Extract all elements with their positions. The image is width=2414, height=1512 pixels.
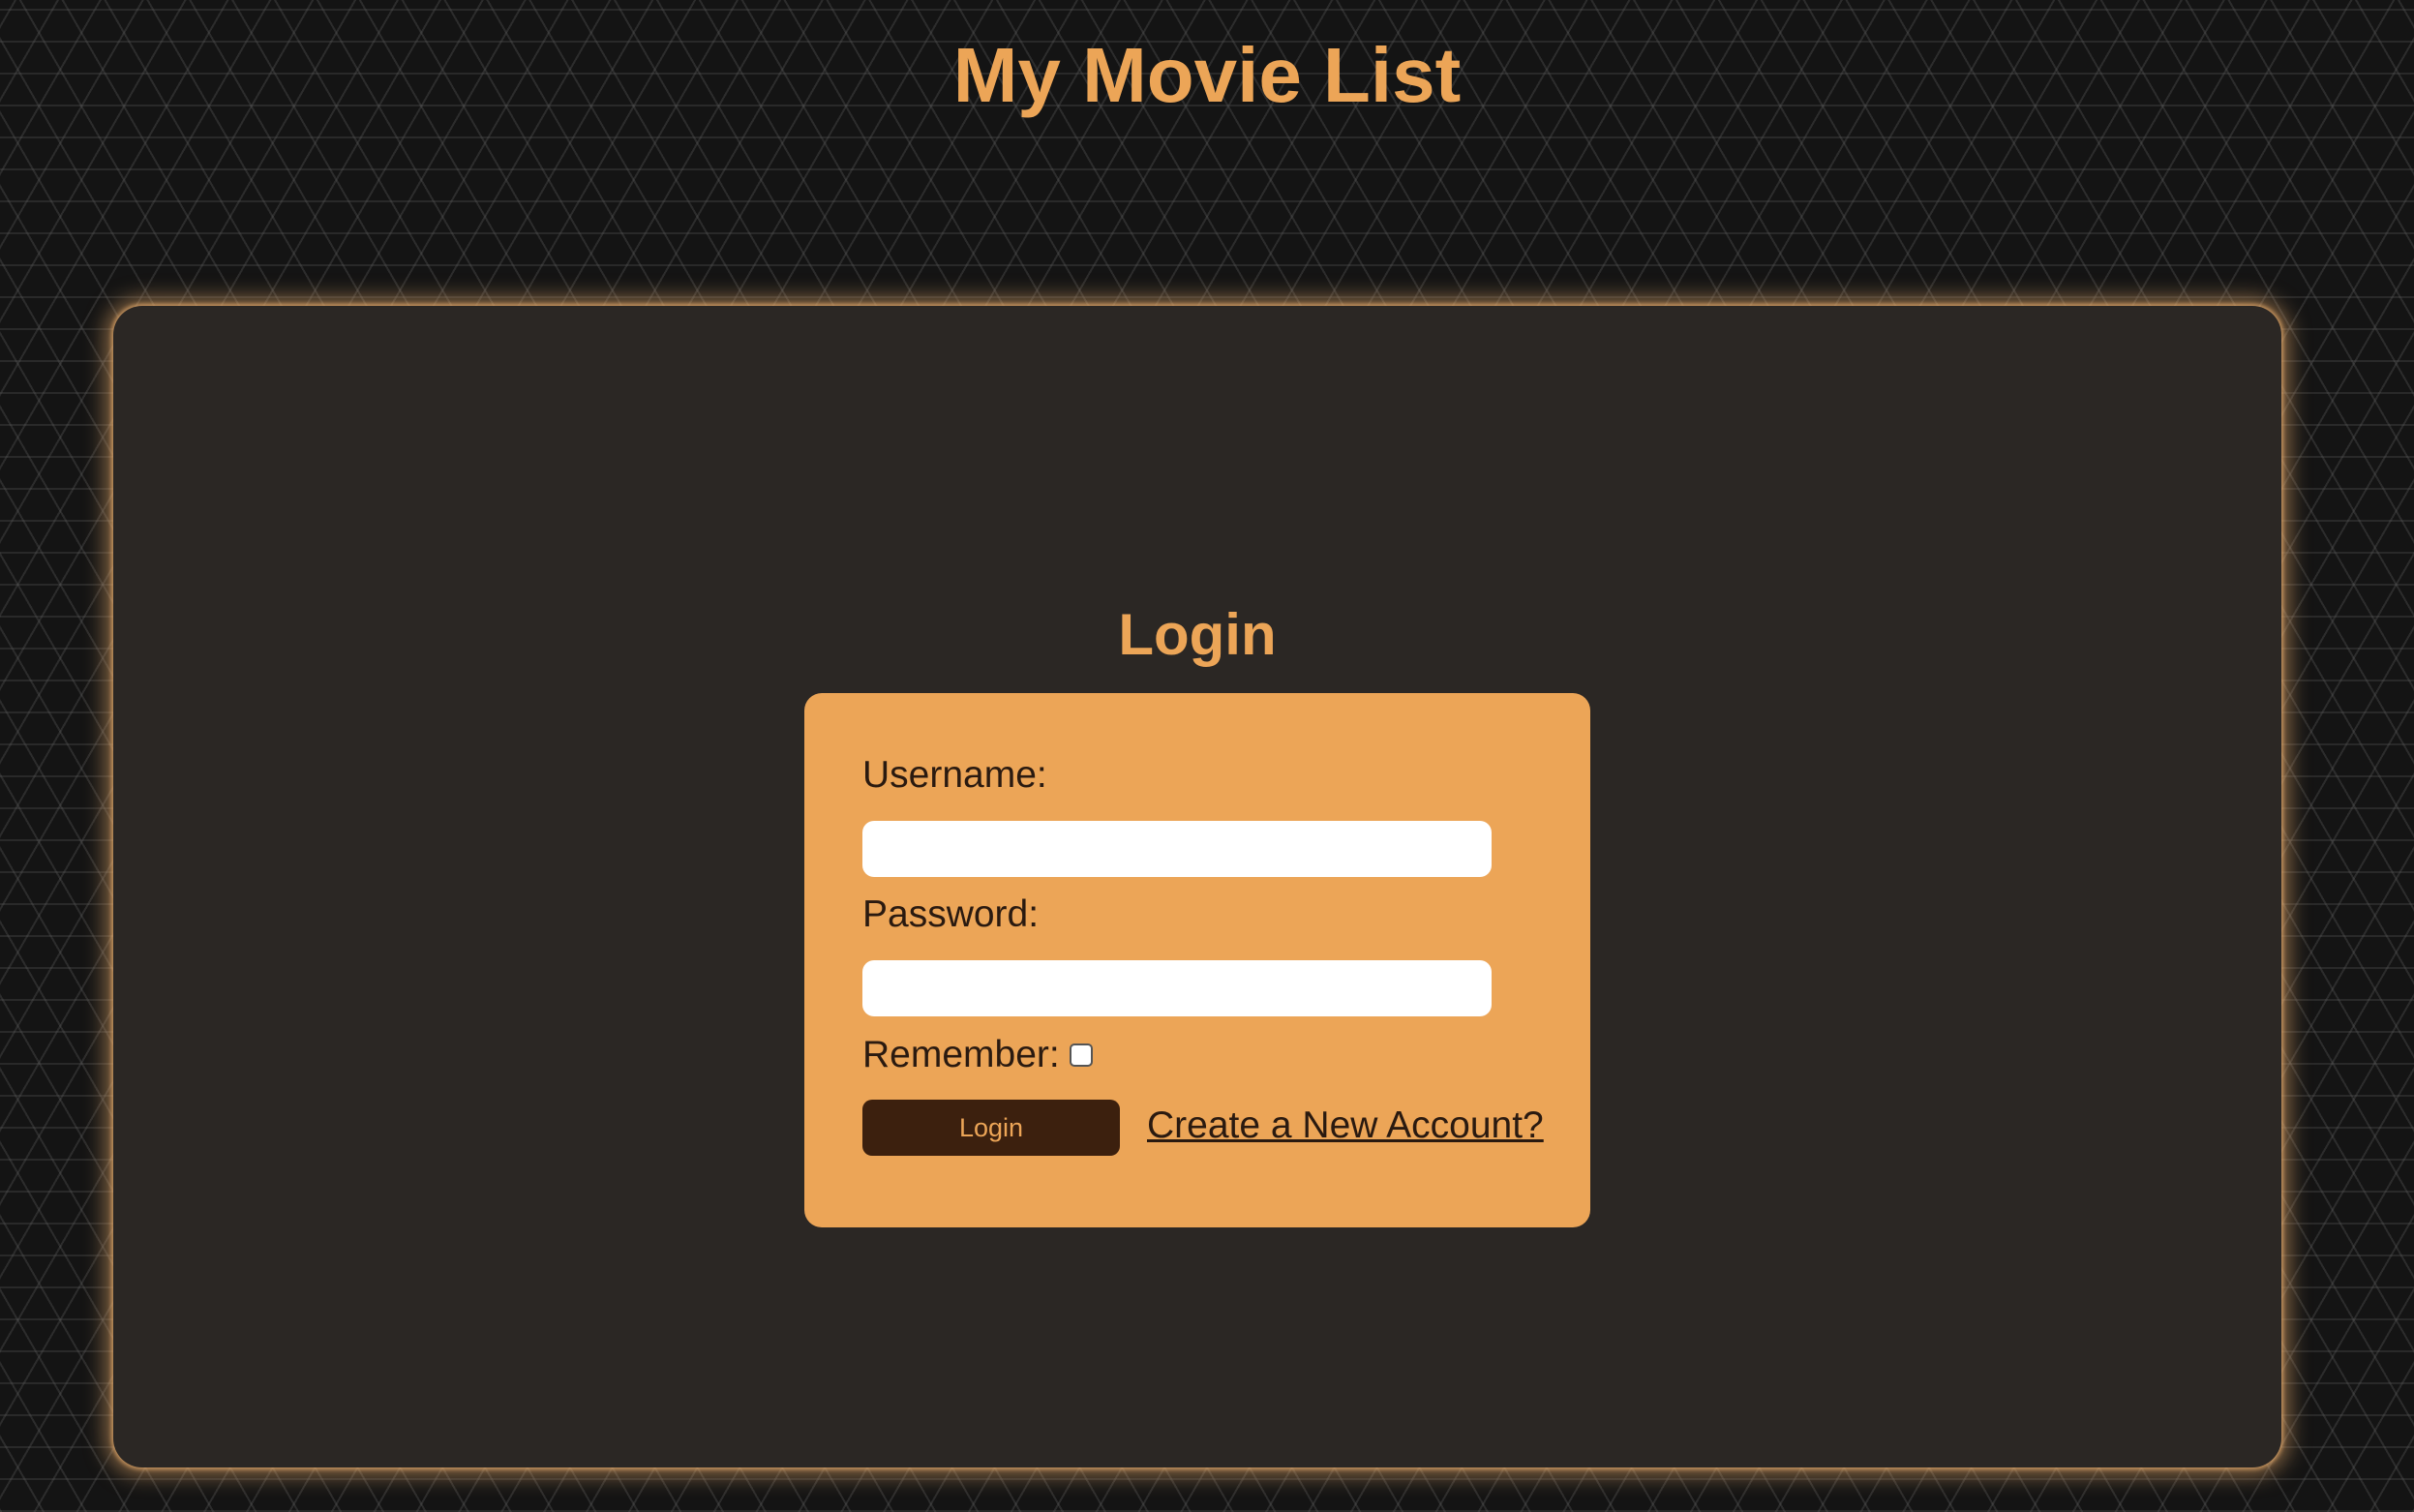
create-account-link[interactable]: Create a New Account? xyxy=(1147,1102,1544,1150)
password-label: Password: xyxy=(862,893,1040,935)
main-panel: Login Username: Password: Remember: Logi… xyxy=(113,306,2281,1467)
username-label: Username: xyxy=(862,754,1047,796)
login-button[interactable]: Login xyxy=(862,1100,1120,1156)
remember-checkbox[interactable] xyxy=(1069,1043,1093,1067)
login-form: Username: Password: Remember: Login Crea… xyxy=(804,693,1590,1227)
site-title: My Movie List xyxy=(952,32,1462,118)
username-input[interactable] xyxy=(862,821,1492,877)
login-heading: Login xyxy=(1118,602,1277,667)
remember-label: Remember: xyxy=(862,1034,1060,1075)
password-input[interactable] xyxy=(862,960,1492,1016)
remember-row: Remember: xyxy=(862,1031,1093,1079)
